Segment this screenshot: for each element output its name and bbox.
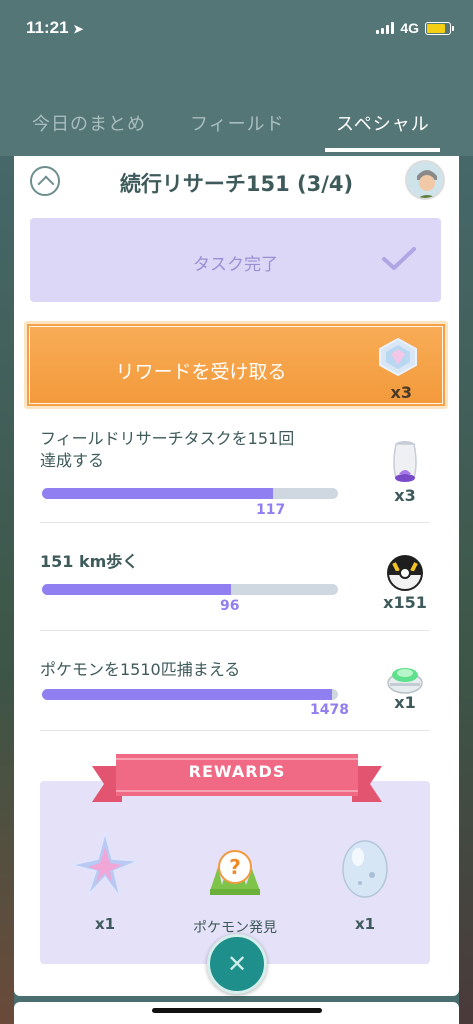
research-tabs: 今日のまとめ フィールド スペシャル bbox=[0, 58, 473, 156]
claim-reward-button[interactable]: リワードを受け取る x3 bbox=[24, 321, 448, 409]
rewards-ribbon: REWARDS bbox=[92, 754, 382, 806]
task-row: ポケモンを1510匹捕まえる 1478 x1 bbox=[40, 659, 430, 731]
close-button[interactable]: ✕ bbox=[207, 934, 267, 994]
task-reward-qty: x1 bbox=[394, 693, 416, 712]
professor-avatar bbox=[405, 160, 445, 200]
task-progress-fill bbox=[42, 689, 333, 700]
task-reward-qty: x151 bbox=[383, 593, 427, 612]
tab-field[interactable]: フィールド bbox=[190, 110, 285, 136]
research-title: 続行リサーチ151 (3/4) bbox=[119, 172, 354, 196]
task-text: 151 km歩く bbox=[40, 552, 139, 571]
claim-reward-qty: x3 bbox=[390, 383, 412, 402]
reward-item: x1 bbox=[320, 831, 410, 933]
tab-today-summary[interactable]: 今日のまとめ bbox=[32, 110, 146, 136]
research-header: 続行リサーチ151 (3/4) bbox=[14, 156, 459, 212]
task-progress-count: 117 bbox=[256, 502, 286, 518]
task-progress-count: 1478 bbox=[310, 702, 349, 718]
task-progress-fill bbox=[42, 488, 273, 499]
battery-icon bbox=[425, 21, 454, 35]
task-reward-qty: x3 bbox=[394, 486, 416, 505]
task-progress-bar bbox=[42, 488, 338, 499]
egg-icon bbox=[342, 840, 388, 898]
rewards-banner-label: REWARDS bbox=[188, 762, 286, 781]
task-complete-label: タスク完了 bbox=[193, 255, 278, 275]
special-research-card: 続行リサーチ151 (3/4) タスク完了 リワードを受け取る x3 フィールド… bbox=[14, 156, 459, 996]
task-progress-bar bbox=[42, 584, 338, 595]
reward-caption: x1 bbox=[94, 915, 116, 933]
background-edge-right bbox=[459, 156, 473, 1024]
status-indicators: 4G bbox=[376, 20, 454, 36]
checkmark-icon bbox=[382, 247, 416, 270]
task-progress-bar bbox=[42, 689, 338, 700]
mystery-pokemon-icon: ? bbox=[210, 850, 260, 895]
signal-icon bbox=[376, 22, 395, 34]
mystic-gem-icon bbox=[379, 337, 417, 377]
status-time: 11:21 ➤ bbox=[26, 18, 84, 37]
active-tab-indicator bbox=[325, 148, 440, 152]
location-arrow-icon: ➤ bbox=[73, 22, 84, 36]
background-edge-left bbox=[0, 156, 14, 1024]
reward-item: ? ポケモン発見 bbox=[190, 833, 280, 937]
next-research-card[interactable] bbox=[14, 1002, 459, 1024]
claim-reward-label: リワードを受け取る bbox=[115, 361, 287, 383]
close-icon: ✕ bbox=[226, 950, 248, 978]
task-progress-count: 96 bbox=[220, 598, 240, 614]
reward-item: x1 bbox=[60, 830, 150, 933]
svg-text:?: ? bbox=[229, 855, 241, 879]
reward-caption: x1 bbox=[354, 915, 376, 933]
task-text: フィールドリサーチタスクを151回 達成する bbox=[40, 429, 295, 470]
status-bar: 11:21 ➤ 4G bbox=[0, 0, 473, 58]
incense-icon bbox=[393, 441, 417, 482]
task-row: 151 km歩く 96 x151 bbox=[40, 551, 430, 631]
task-progress-fill bbox=[42, 584, 232, 595]
task-complete-banner: タスク完了 bbox=[30, 218, 441, 302]
network-label: 4G bbox=[400, 20, 419, 36]
home-indicator[interactable] bbox=[152, 1008, 322, 1013]
task-row: フィールドリサーチタスクを151回 達成する 117 x3 bbox=[40, 428, 430, 523]
tab-special[interactable]: スペシャル bbox=[336, 110, 430, 136]
star-piece-icon bbox=[71, 830, 139, 898]
task-text: ポケモンを1510匹捕まえる bbox=[40, 660, 241, 679]
